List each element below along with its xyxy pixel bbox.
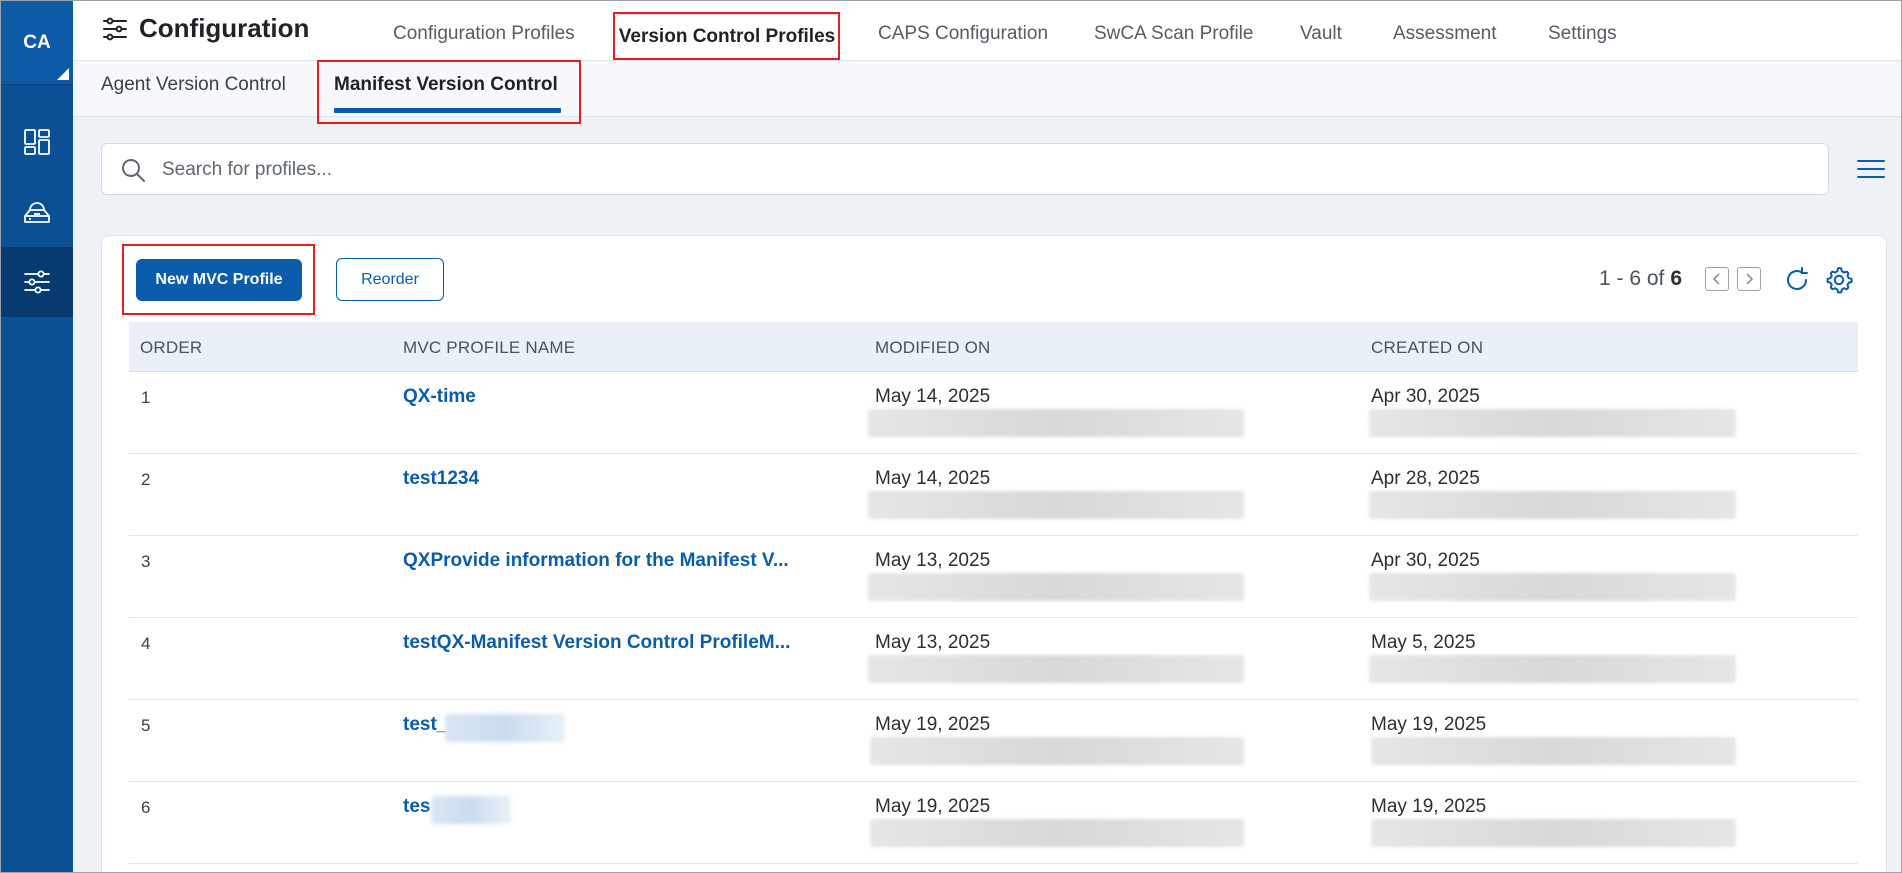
hamburger-menu-icon[interactable] (1856, 156, 1886, 182)
row-order: 1 (141, 388, 151, 407)
search-box (101, 143, 1829, 195)
pagination-total: 6 (1670, 267, 1683, 290)
next-page-button[interactable] (1737, 267, 1761, 291)
profile-name-link[interactable]: testQX-Manifest Version Control ProfileM… (403, 632, 790, 654)
profile-name-link[interactable]: test_ (403, 714, 447, 736)
redacted-modified-detail (868, 491, 1244, 519)
created-date: Apr 30, 2025 (1371, 550, 1480, 571)
redacted-created-detail (1371, 819, 1736, 847)
modified-date: May 14, 2025 (875, 468, 991, 489)
created-date: May 19, 2025 (1371, 714, 1487, 735)
table-row[interactable]: 3 QXProvide information for the Manifest… (129, 536, 1858, 618)
active-subtab-indicator (334, 108, 561, 113)
sliders-icon (24, 270, 50, 294)
subtab-agent-version-control[interactable]: Agent Version Control (101, 74, 286, 96)
created-date: May 5, 2025 (1371, 632, 1476, 653)
pagination-range: 1 - 6 of (1599, 267, 1665, 290)
row-order: 6 (141, 798, 151, 817)
modified-date: May 14, 2025 (875, 386, 991, 407)
search-input[interactable] (162, 152, 1802, 188)
table-row[interactable]: 4 testQX-Manifest Version Control Profil… (129, 618, 1858, 700)
table-header: ORDER MVC PROFILE NAME MODIFIED ON CREAT… (129, 322, 1858, 372)
row-order: 3 (141, 552, 151, 571)
redacted-modified-detail (870, 737, 1244, 765)
redacted-modified-detail (868, 573, 1244, 601)
subtab-bar: Agent Version Control Manifest Version C… (73, 61, 1901, 117)
app-window: CA Configuration Configuration Profiles … (0, 0, 1902, 873)
profile-name-link[interactable]: tes (403, 796, 430, 818)
tab-caps-configuration[interactable]: CAPS Configuration (878, 23, 1048, 45)
subtab-manifest-version-control[interactable]: Manifest Version Control (334, 74, 558, 96)
redacted-created-detail (1371, 737, 1736, 765)
profile-name-link[interactable]: test1234 (403, 468, 479, 490)
chevron-left-icon (1712, 273, 1720, 285)
tab-vault[interactable]: Vault (1300, 23, 1342, 45)
column-header-modified-on[interactable]: MODIFIED ON (875, 338, 991, 358)
sidebar: CA (1, 1, 73, 872)
table-row[interactable]: 5 test_ May 19, 2025 May 19, 2025 (129, 700, 1858, 782)
dashboard-icon (24, 129, 50, 155)
search-icon (122, 159, 145, 182)
previous-page-button[interactable] (1705, 267, 1729, 291)
redacted-created-detail (1369, 409, 1736, 437)
redacted-profile-name (431, 796, 511, 824)
table-row[interactable]: 2 test1234 May 14, 2025 Apr 28, 2025 (129, 454, 1858, 536)
modified-date: May 13, 2025 (875, 550, 991, 571)
table-row[interactable]: 6 tes May 19, 2025 May 19, 2025 (129, 782, 1858, 864)
pagination-info: 1 - 6 of 6 (1599, 267, 1682, 291)
configuration-sliders-icon (103, 17, 127, 40)
tab-configuration-profiles[interactable]: Configuration Profiles (393, 23, 575, 45)
refresh-icon[interactable] (1782, 265, 1812, 295)
reorder-button[interactable]: Reorder (336, 258, 444, 301)
created-date: May 19, 2025 (1371, 796, 1487, 817)
page-title-text: Configuration (139, 13, 310, 43)
created-date: Apr 28, 2025 (1371, 468, 1480, 489)
new-mvc-profile-button[interactable]: New MVC Profile (136, 259, 302, 301)
modified-date: May 13, 2025 (875, 632, 991, 653)
profile-name-link[interactable]: QX-time (403, 386, 476, 408)
page-title: Configuration (101, 13, 309, 44)
tab-assessment[interactable]: Assessment (1393, 23, 1496, 45)
row-order: 5 (141, 716, 151, 735)
gear-icon[interactable] (1824, 265, 1854, 295)
column-header-created-on[interactable]: CREATED ON (1371, 338, 1483, 358)
redacted-created-detail (1369, 573, 1736, 601)
app-logo-text: CA (23, 31, 51, 53)
redacted-modified-detail (868, 655, 1244, 683)
sidebar-item-infrastructure[interactable] (1, 177, 73, 247)
created-date: Apr 30, 2025 (1371, 386, 1480, 407)
sidebar-item-dashboard[interactable] (1, 107, 73, 177)
top-header: Configuration Configuration Profiles Ver… (73, 1, 1901, 61)
app-logo[interactable]: CA (1, 1, 73, 85)
column-header-order[interactable]: ORDER (140, 338, 202, 358)
table-row[interactable]: 1 QX-time May 14, 2025 Apr 30, 2025 (129, 372, 1858, 454)
tab-version-control-profiles[interactable]: Version Control Profiles (614, 14, 840, 59)
tab-swca-scan-profile[interactable]: SwCA Scan Profile (1094, 23, 1253, 45)
cloud-stack-icon (24, 202, 50, 223)
redacted-created-detail (1369, 655, 1736, 683)
redacted-modified-detail (870, 819, 1244, 847)
profile-name-link[interactable]: QXProvide information for the Manifest V… (403, 550, 789, 572)
tab-settings[interactable]: Settings (1548, 23, 1617, 45)
redacted-profile-name (445, 714, 565, 742)
chevron-right-icon (1746, 273, 1754, 285)
column-header-profile-name[interactable]: MVC PROFILE NAME (403, 338, 575, 358)
sidebar-item-configuration[interactable] (1, 247, 73, 317)
redacted-modified-detail (868, 409, 1244, 437)
expand-corner-icon (57, 68, 69, 80)
row-order: 2 (141, 470, 151, 489)
modified-date: May 19, 2025 (875, 714, 991, 735)
modified-date: May 19, 2025 (875, 796, 991, 817)
row-order: 4 (141, 634, 151, 653)
redacted-created-detail (1369, 491, 1736, 519)
